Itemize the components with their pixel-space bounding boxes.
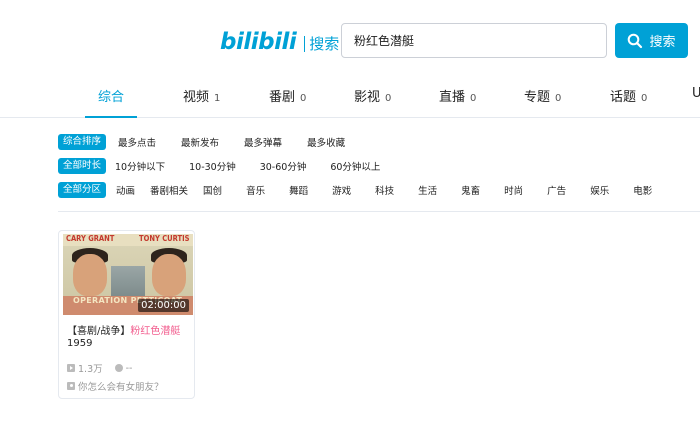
logo-wordmark: bilibili (220, 28, 297, 55)
category-option[interactable]: 时尚 (504, 183, 523, 197)
duration-option[interactable]: 60分钟以上 (330, 159, 380, 173)
play-count-icon (67, 364, 75, 372)
category-option[interactable]: 娱乐 (590, 183, 609, 197)
video-title-keyword: 粉红色潜艇 (130, 326, 181, 337)
category-option[interactable]: 鬼畜 (461, 183, 480, 197)
video-title-prefix: 【喜剧/战争】 (67, 326, 131, 337)
tab-label: U (692, 86, 700, 101)
sort-filter-row: 综合排序 最多点击 最新发布 最多弹幕 最多收藏 (58, 134, 345, 150)
tab-count: 0 (300, 93, 307, 104)
tab-topics[interactable]: 专题 0 (524, 86, 561, 105)
category-option[interactable]: 动画 (116, 183, 135, 197)
search-button-label: 搜索 (649, 35, 676, 50)
tab-label: 综合 (98, 90, 125, 105)
poster-submarine (111, 266, 145, 298)
tab-video[interactable]: 视频 1 (183, 86, 220, 105)
category-option[interactable]: 广告 (547, 183, 566, 197)
upload-date-value: -- (125, 362, 133, 374)
poster-figure-right (152, 254, 186, 296)
tab-count: 0 (641, 93, 648, 104)
tab-count: 1 (214, 93, 221, 104)
video-duration: 02:00:00 (138, 299, 189, 312)
category-option[interactable]: 游戏 (332, 183, 351, 197)
duration-all-pill[interactable]: 全部时长 (58, 158, 107, 174)
tab-movies[interactable]: 影视 0 (354, 86, 391, 105)
search-button[interactable]: 搜索 (615, 23, 688, 58)
tab-subjects[interactable]: 话题 0 (610, 86, 647, 105)
duration-option[interactable]: 30-60分钟 (260, 159, 307, 173)
category-option[interactable]: 番剧相关 (150, 183, 188, 197)
result-type-tabs: 综合 视频 1 番剧 0 影视 0 直播 0 专题 0 话题 0 U (0, 82, 700, 118)
tab-all[interactable]: 综合 (98, 86, 124, 105)
category-option[interactable]: 国创 (203, 183, 222, 197)
active-tab-indicator (85, 116, 137, 118)
tab-bangumi[interactable]: 番剧 0 (269, 86, 306, 105)
play-count-value: 1.3万 (78, 364, 103, 375)
category-all-pill[interactable]: 全部分区 (58, 182, 107, 198)
play-count: 1.3万 (67, 361, 103, 375)
tab-label: 直播 (439, 90, 466, 105)
category-option[interactable]: 生活 (418, 183, 437, 197)
section-divider (58, 211, 700, 212)
video-result-card[interactable]: CARY GRANT TONY CURTIS OPERATION PETTICO… (58, 230, 195, 399)
upload-date: -- (114, 362, 133, 374)
category-option[interactable]: 电影 (633, 183, 652, 197)
uploader-name: 你怎么会有女朋友？ (78, 382, 164, 393)
video-title[interactable]: 【喜剧/战争】粉红色潜艇 (67, 322, 180, 337)
poster-cast-left: CARY GRANT (66, 234, 115, 243)
video-year: 1959 (67, 338, 93, 349)
poster-figure-left (73, 254, 107, 296)
tab-count: 0 (470, 93, 477, 104)
logo-divider (304, 36, 306, 52)
tab-label: 话题 (610, 90, 637, 105)
uploader[interactable]: 你怎么会有女朋友？ (67, 379, 164, 393)
logo-subtitle: 搜索 (309, 35, 340, 53)
tab-count: 0 (385, 93, 392, 104)
sort-option[interactable]: 最多收藏 (307, 135, 345, 149)
tab-label: 视频 (183, 90, 210, 105)
category-option[interactable]: 音乐 (246, 183, 265, 197)
tab-live[interactable]: 直播 0 (439, 86, 476, 105)
tab-users[interactable]: U (692, 86, 700, 101)
sort-option[interactable]: 最新发布 (181, 135, 219, 149)
tab-count: 0 (555, 93, 562, 104)
duration-filter-row: 全部时长 10分钟以下 10-30分钟 30-60分钟 60分钟以上 (58, 158, 380, 174)
uploader-icon (67, 382, 75, 390)
tab-label: 番剧 (269, 90, 296, 105)
video-stats: 1.3万 -- (67, 361, 144, 375)
poster-cast-right: TONY CURTIS (139, 234, 190, 243)
tab-label: 影视 (354, 90, 381, 105)
clock-icon (114, 364, 123, 372)
video-thumbnail[interactable]: CARY GRANT TONY CURTIS OPERATION PETTICO… (63, 234, 193, 315)
tab-label: 专题 (524, 90, 551, 105)
category-filter-row: 全部分区 动画 番剧相关 国创 音乐 舞蹈 游戏 科技 生活 鬼畜 时尚 广告 … (58, 182, 652, 198)
sort-option[interactable]: 最多点击 (118, 135, 156, 149)
duration-option[interactable]: 10分钟以下 (115, 159, 165, 173)
search-input[interactable]: 粉红色潜艇 (341, 23, 607, 58)
category-option[interactable]: 舞蹈 (289, 183, 308, 197)
bilibili-logo[interactable]: bilibili 搜索 (220, 26, 339, 58)
duration-option[interactable]: 10-30分钟 (189, 159, 236, 173)
sort-all-pill[interactable]: 综合排序 (58, 134, 107, 150)
search-input-value: 粉红色潜艇 (354, 34, 415, 48)
search-icon (628, 33, 643, 48)
category-option[interactable]: 科技 (375, 183, 394, 197)
sort-option[interactable]: 最多弹幕 (244, 135, 282, 149)
